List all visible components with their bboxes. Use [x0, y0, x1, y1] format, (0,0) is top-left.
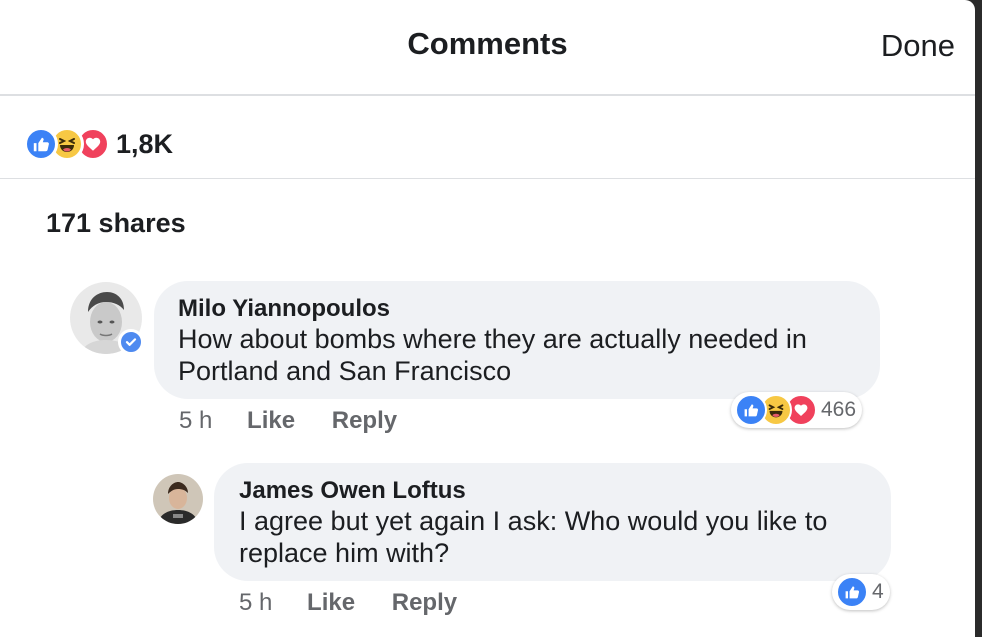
reply-button[interactable]: Reply: [332, 407, 397, 434]
reply-button[interactable]: Reply: [392, 589, 457, 616]
comments-sheet: Comments Done 1,8K 171 shares Milo Yiann…: [0, 0, 975, 637]
comment-reaction-count: 4: [872, 580, 884, 603]
comment-timestamp: 5 h: [179, 407, 213, 434]
comment-reactions[interactable]: 4: [832, 574, 890, 610]
comment-author[interactable]: James Owen Loftus: [239, 477, 466, 505]
post-reactions-summary[interactable]: 1,8K: [24, 124, 173, 164]
like-icon: [24, 127, 58, 161]
comment-bubble[interactable]: James Owen Loftus I agree but yet again …: [214, 463, 891, 581]
like-button[interactable]: Like: [307, 589, 355, 616]
shares-count[interactable]: 171 shares: [46, 208, 186, 239]
comment-author[interactable]: Milo Yiannopoulos: [178, 295, 390, 323]
verified-badge-icon: [118, 329, 144, 355]
like-button[interactable]: Like: [247, 407, 295, 434]
comment-reactions[interactable]: 466: [731, 392, 863, 428]
comment-timestamp: 5 h: [239, 589, 273, 616]
avatar[interactable]: [153, 474, 203, 524]
comment-text-line: Portland and San Francisco: [178, 356, 512, 386]
done-button[interactable]: Done: [881, 28, 955, 64]
divider: [0, 178, 975, 179]
comment-reaction-count: 466: [821, 398, 857, 421]
comment-meta: 5 h Like Reply: [179, 407, 397, 435]
comment-text-line: How about bombs where they are actually …: [178, 324, 807, 354]
comment-bubble[interactable]: Milo Yiannopoulos How about bombs where …: [154, 281, 880, 399]
reaction-count: 1,8K: [116, 128, 174, 159]
like-icon: [735, 394, 767, 426]
header-bar: Comments Done: [0, 0, 975, 96]
comment-meta: 5 h Like Reply: [239, 589, 457, 617]
comment-text-line: I agree but yet again I ask: Who would y…: [239, 506, 828, 536]
comment-text-line: replace him with?: [239, 538, 450, 568]
page-title: Comments: [407, 26, 568, 61]
like-icon: [836, 576, 868, 608]
